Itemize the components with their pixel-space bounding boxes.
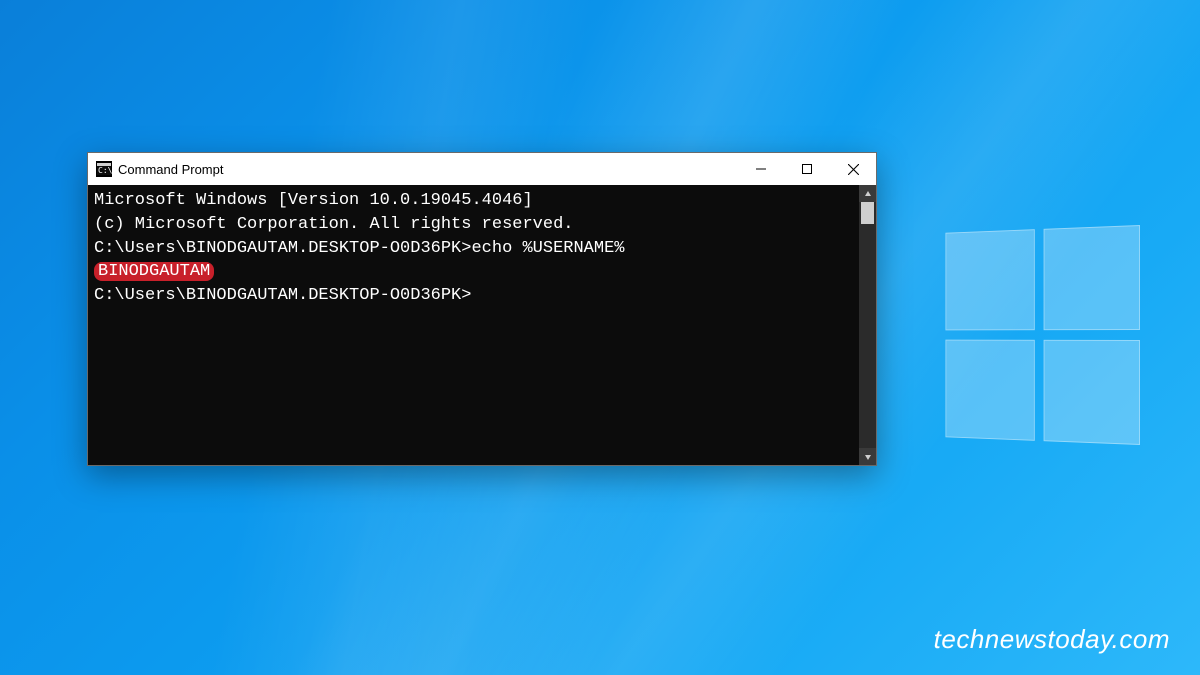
terminal-output[interactable]: Microsoft Windows [Version 10.0.19045.40… bbox=[88, 185, 859, 465]
prompt-path: C:\Users\BINODGAUTAM.DESKTOP-O0D36PK> bbox=[94, 286, 471, 305]
titlebar[interactable]: C:\ Command Prompt bbox=[88, 153, 876, 185]
vertical-scrollbar[interactable] bbox=[859, 185, 876, 465]
command-prompt-icon: C:\ bbox=[96, 161, 112, 177]
watermark-text: technewstoday.com bbox=[934, 624, 1170, 655]
terminal-line-version: Microsoft Windows [Version 10.0.19045.40… bbox=[94, 189, 853, 213]
output-username-highlight: BINODGAUTAM bbox=[94, 262, 214, 281]
svg-text:C:\: C:\ bbox=[98, 166, 112, 175]
windows-desktop: C:\ Command Prompt Microsoft Windows [Ve… bbox=[0, 0, 1200, 675]
window-title: Command Prompt bbox=[118, 162, 223, 177]
terminal-prompt-line-2: C:\Users\BINODGAUTAM.DESKTOP-O0D36PK> bbox=[94, 284, 853, 308]
minimize-button[interactable] bbox=[738, 153, 784, 185]
scroll-down-button[interactable] bbox=[859, 448, 876, 465]
close-button[interactable] bbox=[830, 153, 876, 185]
prompt-path: C:\Users\BINODGAUTAM.DESKTOP-O0D36PK> bbox=[94, 239, 471, 258]
terminal-prompt-line-1: C:\Users\BINODGAUTAM.DESKTOP-O0D36PK>ech… bbox=[94, 237, 853, 261]
scrollbar-thumb[interactable] bbox=[861, 202, 874, 224]
prompt-command: echo %USERNAME% bbox=[471, 239, 624, 258]
maximize-button[interactable] bbox=[784, 153, 830, 185]
windows-logo-icon bbox=[945, 225, 1140, 445]
command-prompt-window: C:\ Command Prompt Microsoft Windows [Ve… bbox=[87, 152, 877, 466]
scroll-up-button[interactable] bbox=[859, 185, 876, 202]
terminal-area: Microsoft Windows [Version 10.0.19045.40… bbox=[88, 185, 876, 465]
scrollbar-track[interactable] bbox=[859, 202, 876, 448]
terminal-line-copyright: (c) Microsoft Corporation. All rights re… bbox=[94, 213, 853, 237]
terminal-output-line: BINODGAUTAM bbox=[94, 260, 853, 284]
